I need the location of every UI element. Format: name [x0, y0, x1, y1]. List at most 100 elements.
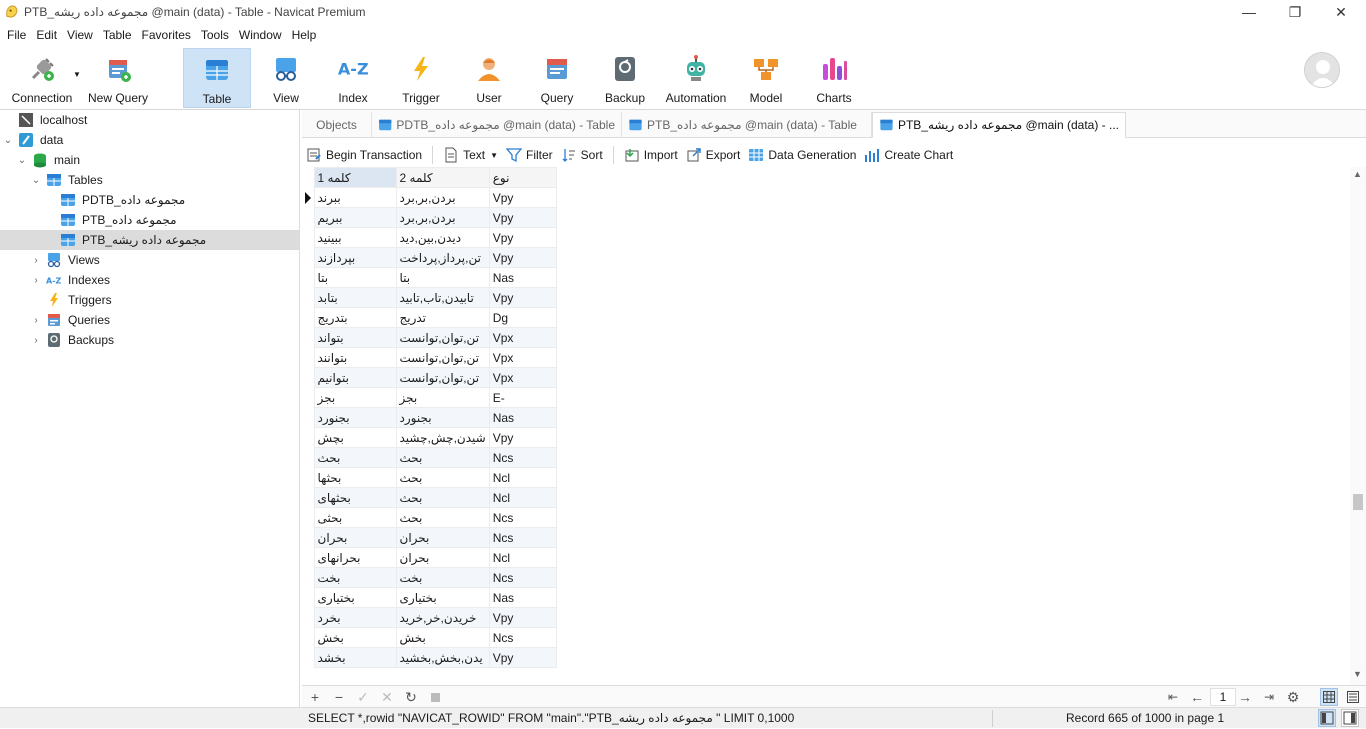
cell-word2[interactable]: بخش	[395, 627, 490, 648]
table-row[interactable]: بختیاری بختیاری Nas	[302, 587, 557, 608]
new-query-button[interactable]: New Query	[86, 48, 150, 108]
cell-type[interactable]: Vpy	[488, 247, 557, 268]
table-row[interactable]: بتواند تن,توان,توانست Vpx	[302, 327, 557, 348]
export-button[interactable]: Export	[682, 144, 745, 166]
sort-button[interactable]: Sort	[557, 144, 607, 166]
cell-word2[interactable]: بتا	[395, 267, 490, 288]
begin-transaction-button[interactable]: Begin Transaction	[302, 144, 426, 166]
last-page-icon[interactable]: ⇥	[1260, 688, 1278, 706]
table-row[interactable]: بتدریج تدریج Dg	[302, 307, 557, 328]
cell-word2[interactable]: بحث	[395, 507, 490, 528]
chevron-right-icon[interactable]: ›	[30, 250, 42, 270]
table-row[interactable]: بحث بحث Ncs	[302, 447, 557, 468]
cell-word2[interactable]: بحران	[395, 547, 490, 568]
tree-item-localhost[interactable]: localhost	[0, 110, 300, 130]
data-grid[interactable]: کلمه 1 کلمه 2 نوع ببرند بردن,بر,برد Vpy ببر…	[302, 167, 1350, 685]
apply-changes-icon[interactable]: ✓	[354, 688, 372, 706]
cell-word2[interactable]: تن,پرداز,پرداخت	[395, 247, 490, 268]
cell-word1[interactable]: بتواند	[313, 327, 397, 348]
cell-type[interactable]: Vpx	[488, 347, 557, 368]
cell-word1[interactable]: بخشد	[313, 647, 397, 668]
cell-type[interactable]: Ncl	[488, 467, 557, 488]
grid-view-icon[interactable]	[1320, 688, 1338, 706]
table-row[interactable]: بچش شیدن,چش,چشید Vpy	[302, 427, 557, 448]
import-button[interactable]: Import	[620, 144, 682, 166]
table-row[interactable]: بپردازند تن,پرداز,پرداخت Vpy	[302, 247, 557, 268]
menu-tools[interactable]: Tools	[196, 24, 234, 46]
table-row[interactable]: بحرانهای بحران Ncl	[302, 547, 557, 568]
cell-word2[interactable]: بجز	[395, 387, 490, 408]
text-button[interactable]: Text ▼	[439, 144, 502, 166]
cell-type[interactable]: Vpx	[488, 327, 557, 348]
page-number-input[interactable]: 1	[1210, 688, 1236, 706]
cell-word2[interactable]: یدن,بخش,بخشید	[395, 647, 490, 668]
table-row[interactable]: بحثی بحث Ncs	[302, 507, 557, 528]
cell-type[interactable]: Vpy	[488, 287, 557, 308]
cell-type[interactable]: Vpy	[488, 427, 557, 448]
scroll-down-icon[interactable]: ▼	[1353, 669, 1362, 679]
tree-item-tables[interactable]: ⌄ Tables	[0, 170, 300, 190]
restore-button[interactable]: ❐	[1272, 0, 1318, 24]
table-row[interactable]: بتوانیم تن,توان,توانست Vpx	[302, 367, 557, 388]
cell-word1[interactable]: بپردازند	[313, 247, 397, 268]
tree-item-data[interactable]: ⌄ data	[0, 130, 300, 150]
cell-type[interactable]: Ncs	[488, 447, 557, 468]
cell-type[interactable]: Nas	[488, 587, 557, 608]
data-generation-button[interactable]: Data Generation	[744, 144, 860, 166]
stop-icon[interactable]	[426, 688, 444, 706]
chevron-right-icon[interactable]: ›	[30, 330, 42, 350]
scroll-up-icon[interactable]: ▲	[1353, 169, 1362, 179]
menu-edit[interactable]: Edit	[31, 24, 62, 46]
table-row[interactable]: بخش بخش Ncs	[302, 627, 557, 648]
cell-type[interactable]: Ncs	[488, 567, 557, 588]
cell-type[interactable]: Vpy	[488, 607, 557, 628]
cell-word1[interactable]: بتدریج	[313, 307, 397, 328]
cell-word1[interactable]: بحث	[313, 447, 397, 468]
tree-item-indexes[interactable]: › A-Z Indexes	[0, 270, 300, 290]
cell-word2[interactable]: تدریج	[395, 307, 490, 328]
cell-type[interactable]: Ncl	[488, 547, 557, 568]
cell-word1[interactable]: بحثها	[313, 467, 397, 488]
cell-word2[interactable]: بحث	[395, 487, 490, 508]
cell-type[interactable]: Ncs	[488, 507, 557, 528]
cell-word2[interactable]: بحث	[395, 467, 490, 488]
table-row[interactable]: بخرد خریدن,خر,خرید Vpy	[302, 607, 557, 628]
menu-file[interactable]: File	[2, 24, 31, 46]
tab-pdtb-table[interactable]: PDTB_مجموعه داده @main (data) - Table	[372, 112, 622, 138]
trigger-button[interactable]: Trigger	[392, 48, 450, 108]
chevron-right-icon[interactable]: ›	[30, 310, 42, 330]
query-button[interactable]: Query	[528, 48, 586, 108]
cell-type[interactable]: Vpy	[488, 647, 557, 668]
table-row[interactable]: ببریم بردن,بر,برد Vpy	[302, 207, 557, 228]
cell-type[interactable]: Vpy	[488, 187, 557, 208]
cell-type[interactable]: E-	[488, 387, 557, 408]
cell-word2[interactable]: بحث	[395, 447, 490, 468]
refresh-icon[interactable]: ↻	[402, 688, 420, 706]
toggle-sidebar-icon[interactable]	[1318, 709, 1336, 727]
cell-type[interactable]: Ncl	[488, 487, 557, 508]
cell-word2[interactable]: بحران	[395, 527, 490, 548]
tree-item-ptb-root-table[interactable]: PTB_مجموعه داده ریشه	[0, 230, 300, 250]
menu-help[interactable]: Help	[287, 24, 322, 46]
cell-word1[interactable]: بتوانند	[313, 347, 397, 368]
close-button[interactable]: ✕	[1318, 0, 1364, 24]
cell-word1[interactable]: ببرند	[313, 187, 397, 208]
user-avatar[interactable]	[1304, 52, 1340, 88]
model-button[interactable]: Model	[740, 48, 792, 108]
table-row[interactable]: بتابد تابیدن,تاب,تابید Vpy	[302, 287, 557, 308]
menu-view[interactable]: View	[62, 24, 98, 46]
cell-word1[interactable]: بحثی	[313, 507, 397, 528]
cell-word2[interactable]: خریدن,خر,خرید	[395, 607, 490, 628]
cell-word2[interactable]: بخت	[395, 567, 490, 588]
cell-type[interactable]: Nas	[488, 267, 557, 288]
cell-word1[interactable]: بچش	[313, 427, 397, 448]
table-button[interactable]: Table	[183, 48, 251, 108]
cell-word1[interactable]: بخت	[313, 567, 397, 588]
menu-window[interactable]: Window	[234, 24, 287, 46]
connection-button[interactable]: Connection	[4, 48, 80, 108]
cell-word1[interactable]: بحثهای	[313, 487, 397, 508]
cell-word1[interactable]: بتا	[313, 267, 397, 288]
vertical-scrollbar[interactable]: ▲ ▼	[1350, 167, 1366, 685]
cell-word2[interactable]: تابیدن,تاب,تابید	[395, 287, 490, 308]
cell-word2[interactable]: تن,توان,توانست	[395, 327, 490, 348]
